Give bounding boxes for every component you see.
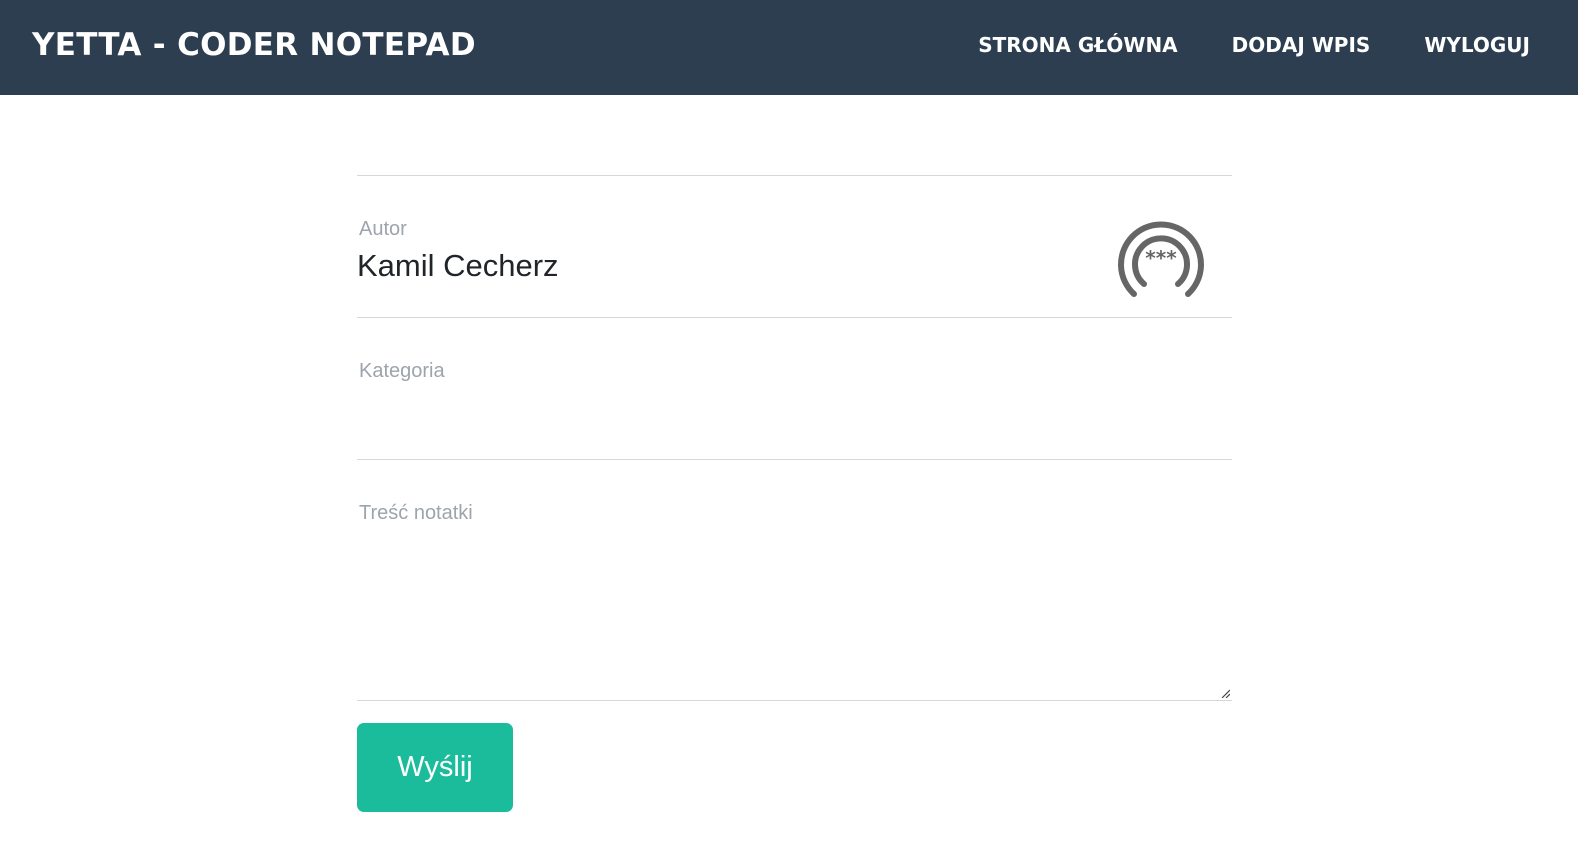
content-field: Treść notatki	[357, 460, 1232, 701]
resize-grip-icon[interactable]	[1220, 688, 1230, 698]
author-field: Autor ***	[357, 176, 1232, 318]
password-dots-icon[interactable]: ***	[1116, 214, 1206, 304]
author-label: Autor	[359, 218, 407, 240]
nav-link-add-entry[interactable]: DODAJ WPIS	[1232, 33, 1371, 57]
svg-text:***: ***	[1145, 246, 1177, 270]
category-label: Kategoria	[359, 360, 445, 382]
category-field: Kategoria	[357, 318, 1232, 460]
author-input[interactable]	[357, 248, 1057, 284]
nav-link-logout[interactable]: WYLOGUJ	[1424, 33, 1530, 57]
top-navbar: YETTA - CODER NOTEPAD STRONA GŁÓWNA DODA…	[0, 0, 1578, 95]
brand-title[interactable]: YETTA - CODER NOTEPAD	[32, 27, 476, 63]
nav-link-home[interactable]: STRONA GŁÓWNA	[978, 33, 1177, 57]
category-input[interactable]	[357, 398, 1057, 434]
submit-button[interactable]: Wyślij	[357, 723, 513, 812]
nav-links: STRONA GŁÓWNA DODAJ WPIS WYLOGUJ	[978, 33, 1530, 57]
content-label: Treść notatki	[359, 502, 473, 524]
